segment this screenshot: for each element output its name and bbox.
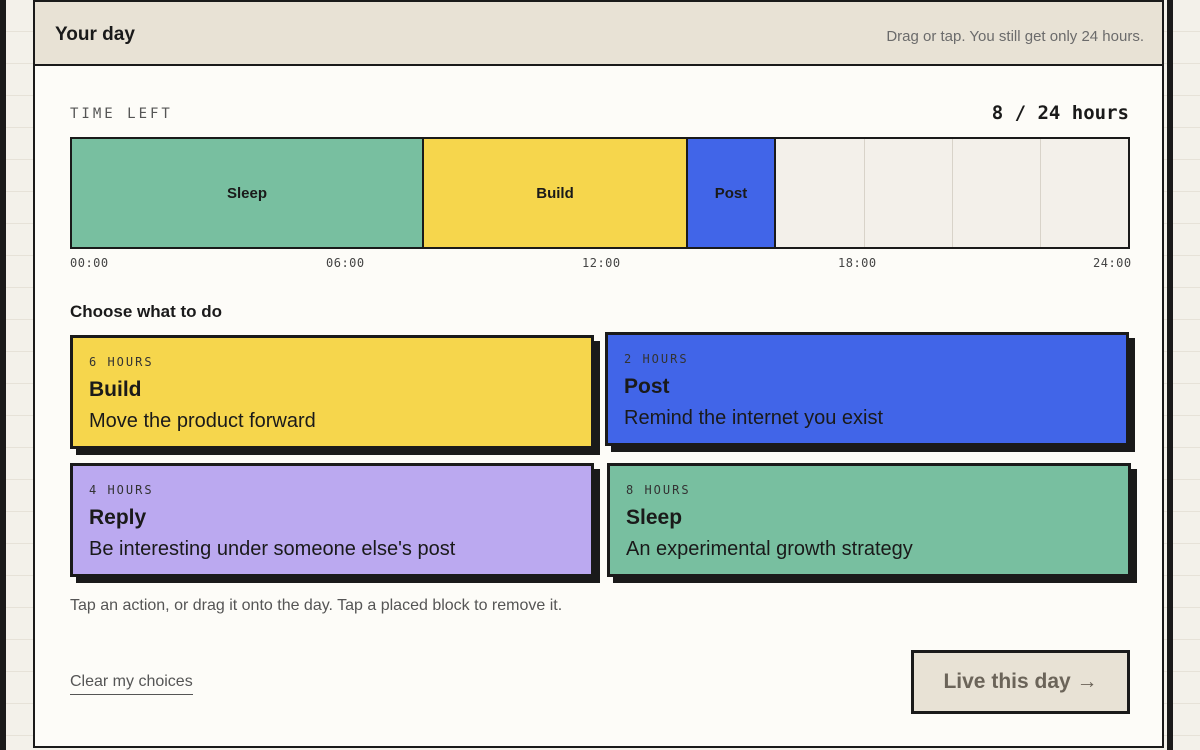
card-hours: 8 HOURS <box>626 483 691 497</box>
card-hours: 6 HOURS <box>89 355 154 369</box>
empty-slot-divider <box>1040 139 1041 247</box>
card-description: Move the product forward <box>89 410 316 432</box>
panel-header: Your day Drag or tap. You still get only… <box>35 2 1162 66</box>
card-description: Remind the internet you exist <box>624 407 884 429</box>
clear-choices-link[interactable]: Clear my choices <box>70 673 193 695</box>
day-planner-panel: Your day Drag or tap. You still get only… <box>33 0 1164 748</box>
timeline-block-post[interactable]: Post <box>688 139 776 247</box>
card-title: Post <box>624 375 670 398</box>
card-description: An experimental growth strategy <box>626 538 913 560</box>
tick-label: 00:00 <box>70 256 109 270</box>
action-card-post[interactable]: 2 HOURS Post Remind the internet you exi… <box>605 332 1129 446</box>
time-left-label: TIME LEFT <box>70 106 173 122</box>
tick-label: 12:00 <box>582 256 621 270</box>
tick-label: 18:00 <box>838 256 877 270</box>
card-title: Sleep <box>626 506 683 529</box>
card-hours: 2 HOURS <box>624 352 689 366</box>
action-card-sleep[interactable]: 8 HOURS Sleep An experimental growth str… <box>607 463 1131 577</box>
tick-label: 06:00 <box>326 256 365 270</box>
page-title: Your day <box>55 24 135 45</box>
card-title: Reply <box>89 506 147 529</box>
card-description: Be interesting under someone else's post <box>89 538 456 560</box>
empty-slot-divider <box>864 139 865 247</box>
card-hours: 4 HOURS <box>89 483 154 497</box>
action-card-build[interactable]: 6 HOURS Build Move the product forward <box>70 335 594 449</box>
help-text: Tap an action, or drag it onto the day. … <box>70 597 563 614</box>
timeline-block-build[interactable]: Build <box>424 139 688 247</box>
day-timeline[interactable]: Sleep Build Post <box>70 137 1130 249</box>
choose-heading: Choose what to do <box>70 302 223 321</box>
header-hint: Drag or tap. You still get only 24 hours… <box>886 28 1144 45</box>
tick-label: 24:00 <box>1093 256 1132 270</box>
panel-shadow <box>1167 0 1173 750</box>
action-card-reply[interactable]: 4 HOURS Reply Be interesting under someo… <box>70 463 594 577</box>
live-this-day-button[interactable]: Live this day → <box>911 650 1130 714</box>
left-edge <box>0 0 6 750</box>
hours-readout: 8 / 24 hours <box>991 102 1129 124</box>
empty-slot-divider <box>952 139 953 247</box>
timeline-block-sleep[interactable]: Sleep <box>72 139 424 247</box>
card-title: Build <box>89 378 142 401</box>
